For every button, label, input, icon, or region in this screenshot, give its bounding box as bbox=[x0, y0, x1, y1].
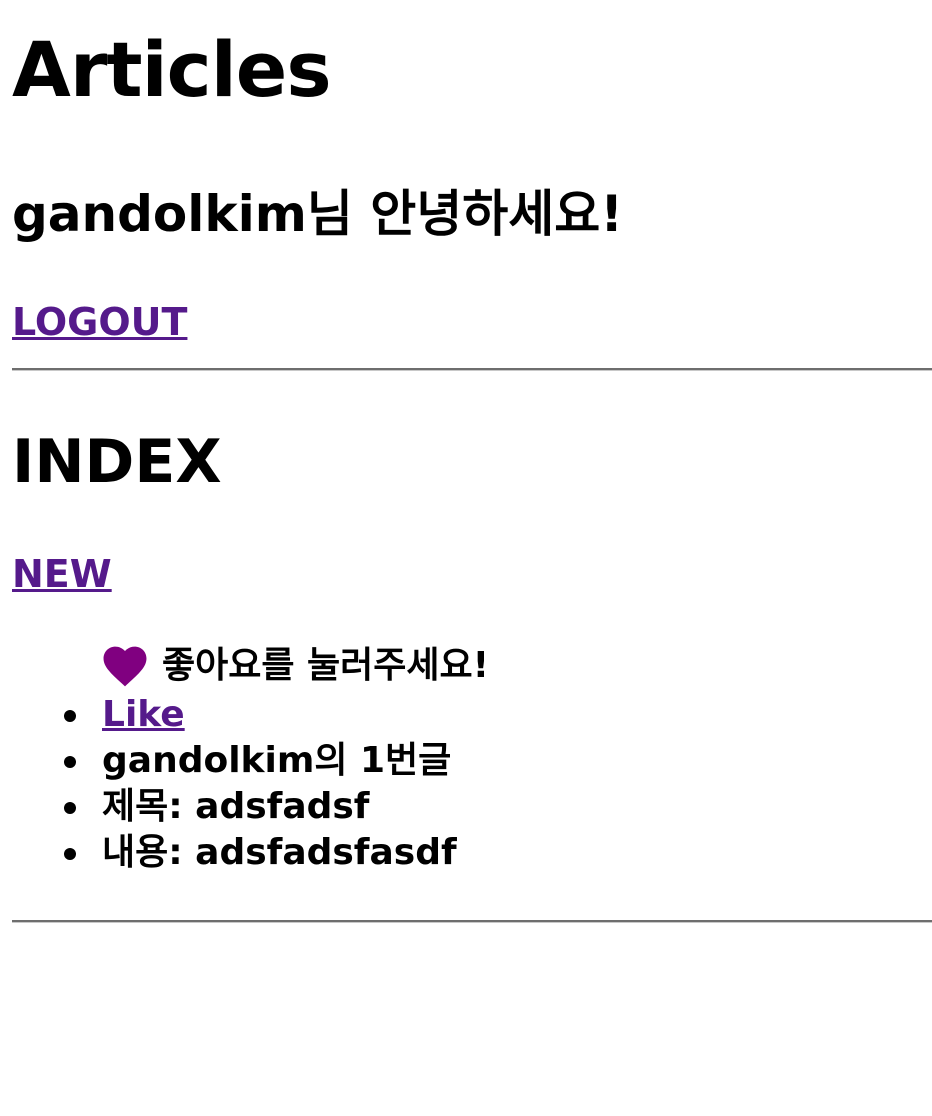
greeting-heading: gandolkim님 안녕하세요! bbox=[12, 185, 624, 243]
bottom-divider bbox=[12, 920, 932, 923]
logout-link[interactable]: LOGOUT bbox=[12, 298, 187, 346]
list-item-content: 내용: adsfadsfasdf bbox=[62, 830, 457, 876]
article-list: Like gandolkim의 1번글 제목: adsfadsf 내용: ads… bbox=[62, 692, 457, 876]
like-prompt-row: 좋아요를 눌러주세요! bbox=[102, 640, 489, 692]
index-title: INDEX bbox=[12, 427, 222, 497]
heart-icon[interactable] bbox=[102, 644, 148, 688]
top-divider bbox=[12, 368, 932, 371]
new-article-link[interactable]: NEW bbox=[12, 550, 112, 598]
list-item-author: gandolkim의 1번글 bbox=[62, 738, 457, 784]
list-item-title: 제목: adsfadsf bbox=[62, 784, 457, 830]
list-item: Like bbox=[62, 692, 457, 738]
like-link[interactable]: Like bbox=[102, 694, 185, 735]
page-title: Articles bbox=[12, 25, 332, 114]
page: Articles gandolkim님 안녕하세요! LOGOUT INDEX … bbox=[0, 0, 932, 1116]
like-message: 좋아요를 눌러주세요! bbox=[162, 645, 490, 686]
